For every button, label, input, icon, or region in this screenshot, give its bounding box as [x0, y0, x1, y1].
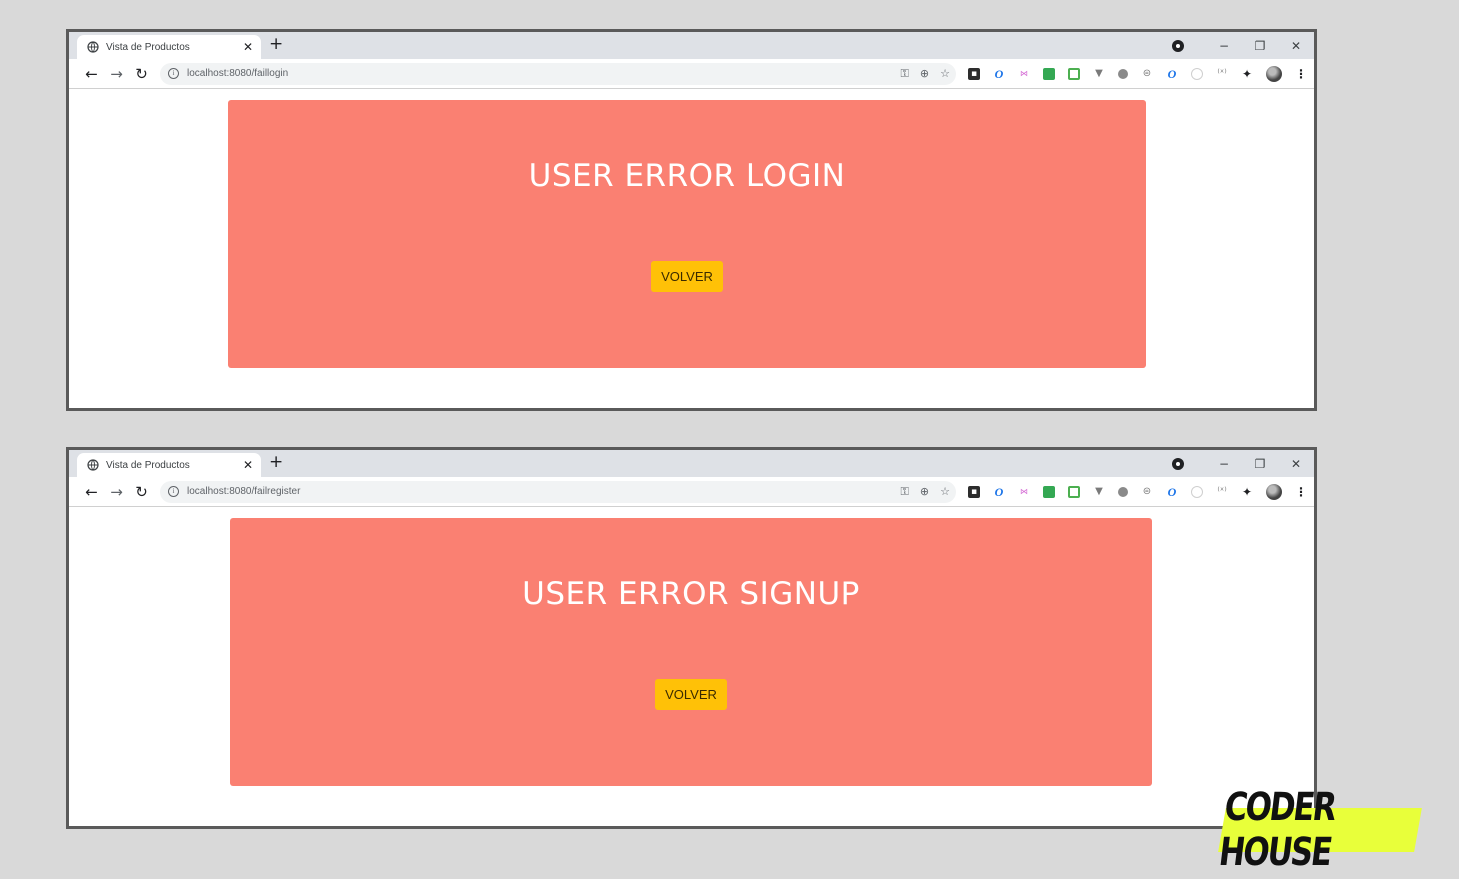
tab-close-icon[interactable]: ✕ [243, 41, 253, 53]
extension-icon[interactable]: O [1166, 68, 1178, 80]
error-heading: USER ERROR SIGNUP [522, 576, 860, 612]
extension-icon[interactable]: O [993, 486, 1005, 498]
star-icon[interactable]: ☆ [940, 485, 950, 498]
browser-toolbar: ← → ↻ i localhost:8080/failregister ⚿ ⊕ … [69, 477, 1314, 507]
restore-icon[interactable]: ❐ [1242, 39, 1278, 53]
restore-icon[interactable]: ❐ [1242, 457, 1278, 471]
puzzle-icon[interactable]: ✦ [1241, 486, 1253, 498]
extension-icon[interactable]: ⁽ˣ⁾ [1216, 68, 1228, 80]
media-control-icon[interactable] [1172, 39, 1184, 52]
close-window-icon[interactable]: ✕ [1278, 39, 1314, 53]
tab-title: Vista de Productos [106, 459, 190, 471]
extension-icon[interactable] [1118, 68, 1128, 79]
tab-strip: Vista de Productos ✕ + − ❐ ✕ [69, 32, 1314, 59]
browser-window-failregister: Vista de Productos ✕ + − ❐ ✕ ← → ↻ i loc… [66, 447, 1317, 829]
volver-button[interactable]: VOLVER [651, 261, 723, 292]
brand-text: CODER HOUSE [1216, 785, 1338, 875]
extension-icon[interactable]: ⋈ [1018, 68, 1030, 80]
extension-icon[interactable]: ▼ [1093, 68, 1105, 80]
extension-icon[interactable]: O [1166, 486, 1178, 498]
extensions-bar: ▪ O ⋈ ▼ ⊜ O ⁽ˣ⁾ ✦ ⋮ [968, 65, 1307, 82]
star-icon[interactable]: ☆ [940, 67, 950, 80]
new-tab-icon[interactable]: + [269, 454, 283, 471]
extension-icon[interactable]: ⋈ [1018, 486, 1030, 498]
avatar[interactable] [1266, 65, 1282, 82]
window-controls: − ❐ ✕ [1172, 450, 1314, 477]
site-info-icon[interactable]: i [168, 486, 179, 497]
extension-icon[interactable]: ⁽ˣ⁾ [1216, 486, 1228, 498]
puzzle-icon[interactable]: ✦ [1241, 68, 1253, 80]
media-control-icon[interactable] [1172, 457, 1184, 470]
tab-strip: Vista de Productos ✕ + − ❐ ✕ [69, 450, 1314, 477]
browser-window-faillogin: Vista de Productos ✕ + − ❐ ✕ ← → ↻ i loc… [66, 29, 1317, 411]
extension-icon[interactable] [1068, 67, 1080, 80]
extension-icon[interactable]: ▪ [968, 485, 980, 498]
tab-title: Vista de Productos [106, 41, 190, 53]
error-panel: USER ERROR LOGIN VOLVER [228, 100, 1146, 368]
minimize-icon[interactable]: − [1206, 39, 1242, 53]
extension-icon[interactable]: ⊜ [1141, 68, 1153, 80]
back-icon[interactable]: ← [79, 483, 104, 501]
minimize-icon[interactable]: − [1206, 457, 1242, 471]
forward-icon[interactable]: → [104, 483, 129, 501]
extension-icon[interactable] [1191, 67, 1203, 80]
extension-icon[interactable] [1043, 67, 1055, 80]
browser-tab[interactable]: Vista de Productos ✕ [77, 35, 261, 59]
browser-tab[interactable]: Vista de Productos ✕ [77, 453, 261, 477]
volver-button[interactable]: VOLVER [655, 679, 727, 710]
address-bar[interactable]: i localhost:8080/faillogin ⚿ ⊕ ☆ [160, 62, 956, 85]
zoom-icon[interactable]: ⊕ [920, 67, 929, 80]
page-content: USER ERROR SIGNUP VOLVER [69, 507, 1314, 826]
browser-toolbar: ← → ↻ i localhost:8080/faillogin ⚿ ⊕ ☆ ▪… [69, 59, 1314, 89]
extension-icon[interactable] [1191, 485, 1203, 498]
back-icon[interactable]: ← [79, 65, 104, 83]
page-content: USER ERROR LOGIN VOLVER [69, 89, 1314, 408]
extension-icon[interactable] [1068, 485, 1080, 498]
url-text: localhost:8080/failregister [187, 486, 301, 497]
extensions-bar: ▪ O ⋈ ▼ ⊜ O ⁽ˣ⁾ ✦ ⋮ [968, 483, 1307, 500]
close-window-icon[interactable]: ✕ [1278, 457, 1314, 471]
zoom-icon[interactable]: ⊕ [920, 485, 929, 498]
new-tab-icon[interactable]: + [269, 36, 283, 53]
globe-icon [87, 41, 99, 53]
address-bar[interactable]: i localhost:8080/failregister ⚿ ⊕ ☆ [160, 480, 956, 503]
coder-house-logo: CODER HOUSE [1217, 785, 1422, 875]
globe-icon [87, 459, 99, 471]
key-icon[interactable]: ⚿ [901, 485, 909, 499]
site-info-icon[interactable]: i [168, 68, 179, 79]
more-menu-icon[interactable]: ⋮ [1295, 68, 1307, 80]
forward-icon[interactable]: → [104, 65, 129, 83]
extension-icon[interactable]: O [993, 68, 1005, 80]
extension-icon[interactable]: ▼ [1093, 486, 1105, 498]
extension-icon[interactable] [1043, 485, 1055, 498]
window-controls: − ❐ ✕ [1172, 32, 1314, 59]
url-text: localhost:8080/faillogin [187, 68, 289, 79]
key-icon[interactable]: ⚿ [901, 67, 909, 81]
more-menu-icon[interactable]: ⋮ [1295, 486, 1307, 498]
extension-icon[interactable] [1118, 486, 1128, 497]
avatar[interactable] [1266, 483, 1282, 500]
error-panel: USER ERROR SIGNUP VOLVER [230, 518, 1152, 786]
error-heading: USER ERROR LOGIN [528, 158, 846, 194]
reload-icon[interactable]: ↻ [129, 65, 154, 83]
tab-close-icon[interactable]: ✕ [243, 459, 253, 471]
extension-icon[interactable]: ⊜ [1141, 486, 1153, 498]
extension-icon[interactable]: ▪ [968, 67, 980, 80]
reload-icon[interactable]: ↻ [129, 483, 154, 501]
